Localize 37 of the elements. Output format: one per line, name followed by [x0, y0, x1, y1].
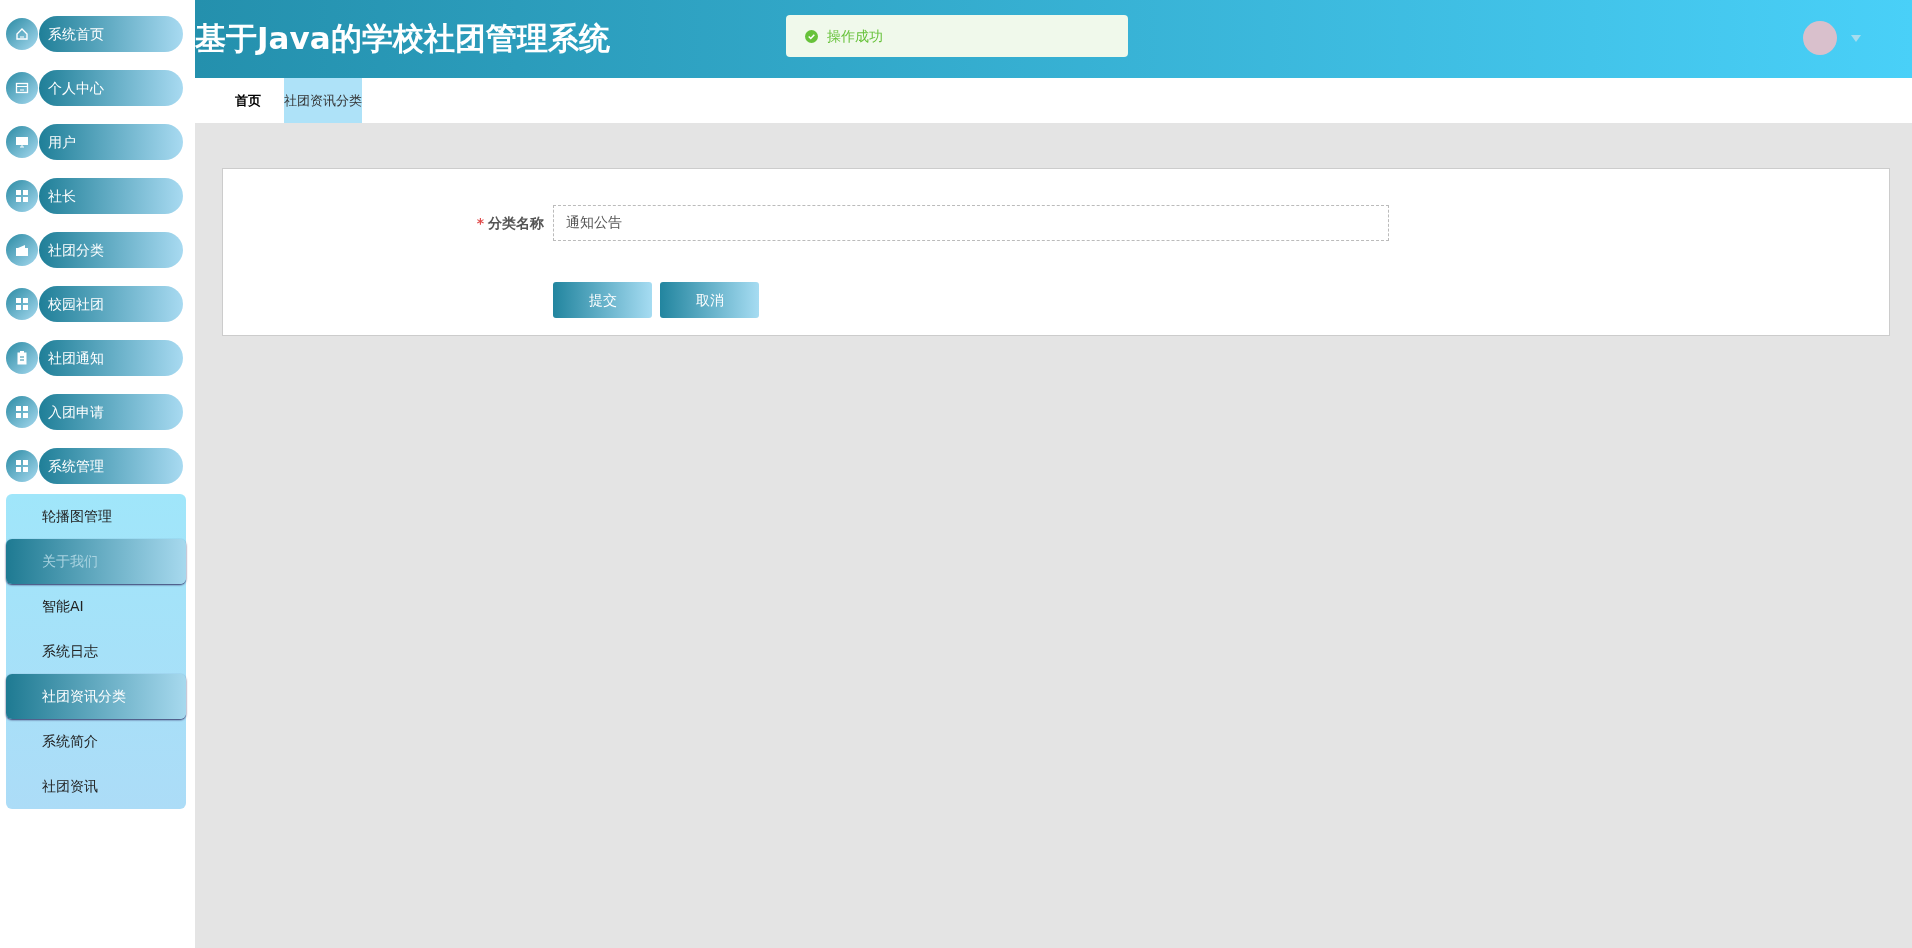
submenu-item[interactable]: 系统日志 [6, 629, 186, 674]
submenu-item[interactable]: 社团资讯 [6, 764, 186, 809]
monitor-icon [6, 126, 38, 158]
form-button[interactable]: 取消 [660, 282, 759, 318]
tab[interactable]: 社团资讯分类 [284, 78, 362, 123]
wallet-icon [6, 234, 38, 266]
clipboard-icon [6, 342, 38, 374]
menu-item[interactable]: 校园社团 [39, 286, 183, 322]
toast-message: 操作成功 [827, 26, 883, 46]
menu-item[interactable]: 社团通知 [39, 340, 183, 376]
form-button[interactable]: 提交 [553, 282, 652, 318]
avatar[interactable] [1803, 21, 1837, 55]
required-mark: * [476, 213, 484, 233]
menu-item[interactable]: 个人中心 [39, 70, 183, 106]
menu-item[interactable]: 系统首页 [39, 16, 183, 52]
submenu-item[interactable]: 社团资讯分类 [6, 674, 186, 719]
check-circle-icon [805, 29, 818, 43]
window-icon [6, 72, 38, 104]
dropdown-caret-icon[interactable] [1851, 35, 1861, 42]
menu-item[interactable]: 社长 [39, 178, 183, 214]
grid-icon [6, 450, 38, 482]
submenu-item[interactable]: 系统简介 [6, 719, 186, 764]
menu-item[interactable]: 用户 [39, 124, 183, 160]
grid-icon [6, 396, 38, 428]
tab[interactable]: 首页 [235, 78, 284, 123]
home-icon [6, 18, 38, 50]
grid-icon [6, 180, 38, 212]
menu-item[interactable]: 入团申请 [39, 394, 183, 430]
grid-icon [6, 288, 38, 320]
menu-item[interactable]: 系统管理 [39, 448, 183, 484]
app-title: 基于Java的学校社团管理系统 [195, 19, 610, 58]
field-label: 分类名称 [488, 213, 544, 233]
input-field[interactable]: 通知公告 [553, 205, 1389, 241]
submenu-item[interactable]: 智能AI [6, 584, 186, 629]
menu-item[interactable]: 社团分类 [39, 232, 183, 268]
submenu-item[interactable]: 轮播图管理 [6, 494, 186, 539]
submenu-item[interactable]: 关于我们 [6, 539, 186, 584]
